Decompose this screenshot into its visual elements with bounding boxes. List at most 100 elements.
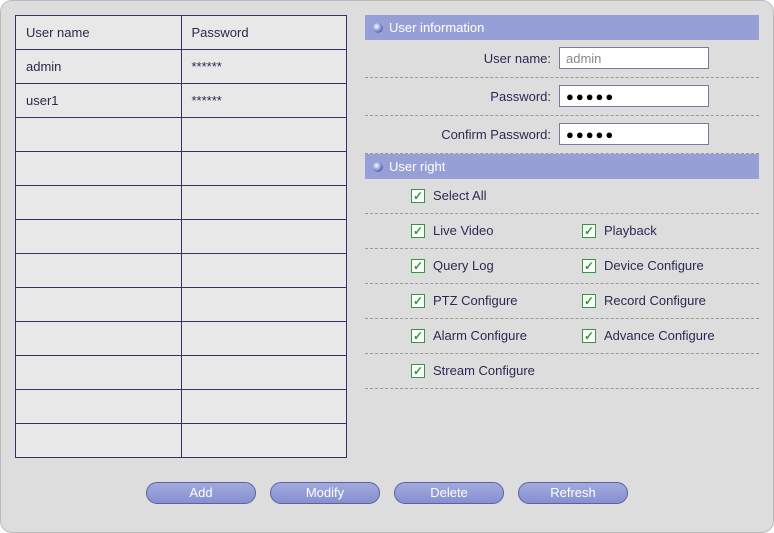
table-header-row: User name Password [16,16,347,50]
cell-password [181,390,347,424]
cell-select-all: Select All [411,188,582,203]
rights-cell: Playback [582,223,753,238]
cell-password [181,288,347,322]
label-select-all: Select All [433,188,486,203]
table-row[interactable] [16,322,347,356]
checkbox-query-log[interactable] [411,259,425,273]
rights-row: Query Log Device Configure [365,249,759,284]
checkbox-alarm-configure[interactable] [411,329,425,343]
user-management-panel: User name Password admin******user1*****… [0,0,774,533]
cell-password: ****** [181,84,347,118]
checkbox-stream-configure[interactable] [411,364,425,378]
bullet-icon [373,23,383,33]
cell-password [181,356,347,390]
cell-username [16,186,182,220]
rights-label: Device Configure [604,258,704,273]
modify-button[interactable]: Modify [270,482,380,504]
table-row[interactable] [16,118,347,152]
cell-password [181,254,347,288]
checkbox-ptz-configure[interactable] [411,294,425,308]
cell-password: ****** [181,50,347,84]
cell-username [16,288,182,322]
table-row[interactable] [16,288,347,322]
cell-username [16,254,182,288]
label-password: Password: [371,89,551,104]
user-table: User name Password admin******user1*****… [15,15,347,458]
table-row[interactable] [16,424,347,458]
rights-row: Stream Configure [365,354,759,389]
cell-username [16,390,182,424]
rights-label: Stream Configure [433,363,535,378]
cell-username: admin [16,50,182,84]
rights-label: Advance Configure [604,328,715,343]
checkbox-record-configure[interactable] [582,294,596,308]
button-row: Add Modify Delete Refresh [1,482,773,504]
rights-row: PTZ Configure Record Configure [365,284,759,319]
checkbox-select-all[interactable] [411,189,425,203]
input-password[interactable] [559,85,709,107]
cell-username [16,322,182,356]
top-area: User name Password admin******user1*****… [15,15,759,458]
table-row[interactable]: user1****** [16,84,347,118]
checkbox-live-video[interactable] [411,224,425,238]
rights-label: Playback [604,223,657,238]
cell-username [16,118,182,152]
rights-row: Alarm Configure Advance Configure [365,319,759,354]
cell-password [181,186,347,220]
cell-password [181,152,347,186]
col-username: User name [16,16,182,50]
rights-label: Query Log [433,258,494,273]
checkbox-device-configure[interactable] [582,259,596,273]
cell-password [181,220,347,254]
user-info-title: User information [389,20,484,35]
row-password: Password: [365,78,759,116]
rights-label: Live Video [433,223,493,238]
user-info-header: User information [365,15,759,40]
rights-cell: Stream Configure [411,363,582,378]
rights-row: Live Video Playback [365,214,759,249]
rights-label: Record Configure [604,293,706,308]
checkbox-playback[interactable] [582,224,596,238]
col-password: Password [181,16,347,50]
rights-area: Select All Live Video Playback Query Log De… [365,179,759,389]
table-row[interactable] [16,390,347,424]
rights-label: PTZ Configure [433,293,518,308]
input-username[interactable] [559,47,709,69]
rights-label: Alarm Configure [433,328,527,343]
user-right-title: User right [389,159,445,174]
rights-cell: PTZ Configure [411,293,582,308]
row-confirm: Confirm Password: [365,116,759,154]
table-row[interactable]: admin****** [16,50,347,84]
cell-username [16,424,182,458]
cell-password [181,322,347,356]
table-row[interactable] [16,356,347,390]
label-confirm: Confirm Password: [371,127,551,142]
label-username: User name: [371,51,551,66]
rights-cell: Live Video [411,223,582,238]
right-column: User information User name: Password: Co… [365,15,759,458]
table-row[interactable] [16,220,347,254]
cell-username [16,152,182,186]
user-right-header: User right [365,154,759,179]
rights-cell: Device Configure [582,258,753,273]
refresh-button[interactable]: Refresh [518,482,628,504]
rights-cell: Record Configure [582,293,753,308]
rights-cell: Alarm Configure [411,328,582,343]
checkbox-advance-configure[interactable] [582,329,596,343]
cell-password [181,424,347,458]
table-row[interactable] [16,254,347,288]
cell-username [16,356,182,390]
rights-cell: Query Log [411,258,582,273]
cell-username [16,220,182,254]
cell-password [181,118,347,152]
table-row[interactable] [16,152,347,186]
cell-username: user1 [16,84,182,118]
row-username: User name: [365,40,759,78]
rights-cell: Advance Configure [582,328,753,343]
row-select-all: Select All [365,179,759,214]
input-confirm[interactable] [559,123,709,145]
bullet-icon [373,162,383,172]
delete-button[interactable]: Delete [394,482,504,504]
add-button[interactable]: Add [146,482,256,504]
table-row[interactable] [16,186,347,220]
